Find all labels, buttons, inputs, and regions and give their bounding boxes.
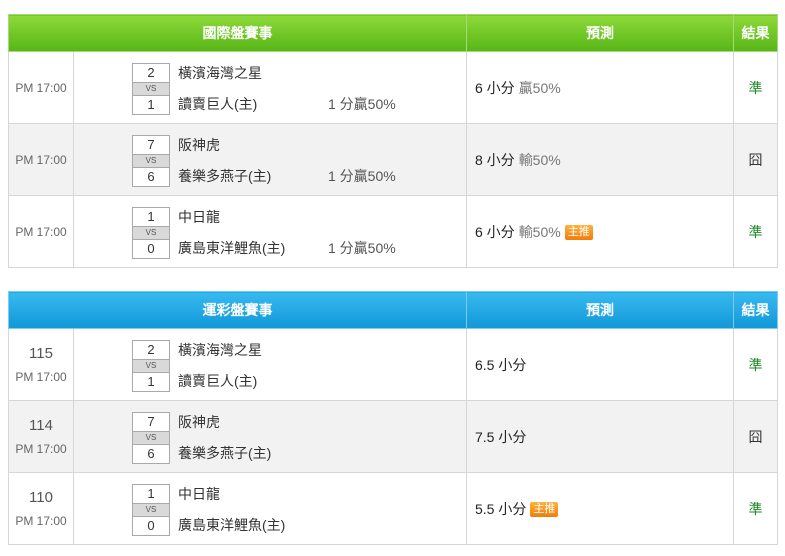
home-team-name: 讀賣巨人(主) bbox=[178, 96, 258, 112]
prediction-outcome: 輸50% bbox=[518, 223, 561, 240]
vs-label: VS bbox=[132, 504, 170, 516]
score-box: 1 VS 0 bbox=[132, 207, 170, 259]
game-time: PM 17:00 bbox=[15, 442, 67, 456]
table-row: PM 17:00 2 VS 1 橫濱海灣之星 讀賣巨人(主) 1 分贏50% 6… bbox=[8, 51, 778, 124]
game-number: 115 bbox=[29, 345, 53, 362]
match-cell: 2 VS 1 橫濱海灣之星 讀賣巨人(主) bbox=[73, 328, 467, 401]
away-team-name: 中日龍 bbox=[178, 209, 220, 225]
game-time: PM 17:00 bbox=[8, 51, 74, 124]
away-score: 1 bbox=[132, 207, 170, 227]
match-cell: 1 VS 0 中日龍 廣島東洋鯉魚(主) bbox=[73, 472, 467, 545]
game-number-time-cell: 115 PM 17:00 bbox=[8, 328, 74, 401]
vs-label: VS bbox=[132, 227, 170, 239]
home-score: 6 bbox=[132, 444, 170, 464]
table-row: 110 PM 17:00 1 VS 0 中日龍 廣島東洋鯉魚(主) 5.5 小分主… bbox=[8, 472, 778, 545]
prediction-cell: 7.5 小分 bbox=[466, 400, 734, 473]
game-number-time-cell: 114 PM 17:00 bbox=[8, 400, 74, 473]
prediction-column-header: 預測 bbox=[466, 14, 734, 52]
result-column-header: 結果 bbox=[733, 291, 778, 329]
score-box: 2 VS 1 bbox=[132, 63, 170, 115]
game-time: PM 17:00 bbox=[15, 514, 67, 528]
home-score: 1 bbox=[132, 95, 170, 115]
match-cell: 1 VS 0 中日龍 廣島東洋鯉魚(主) 1 分贏50% bbox=[73, 195, 467, 268]
game-time: PM 17:00 bbox=[8, 195, 74, 268]
vs-label: VS bbox=[132, 432, 170, 444]
prediction-column-header: 預測 bbox=[466, 291, 734, 329]
prediction-cell: 6.5 小分 bbox=[466, 328, 734, 401]
handicap-odds: 1 分贏50% bbox=[328, 168, 396, 184]
prediction-value: 6.5 小分 bbox=[475, 356, 527, 373]
featured-pick-badge: 主推 bbox=[564, 224, 593, 240]
table-row: 114 PM 17:00 7 VS 6 阪神虎 養樂多燕子(主) 7.5 小分 囧 bbox=[8, 400, 778, 473]
home-team-name: 養樂多燕子(主) bbox=[178, 445, 272, 461]
score-box: 1 VS 0 bbox=[132, 484, 170, 536]
away-score: 7 bbox=[132, 135, 170, 155]
away-score: 1 bbox=[132, 484, 170, 504]
prediction-outcome: 贏50% bbox=[518, 79, 561, 96]
vs-label: VS bbox=[132, 155, 170, 167]
home-score: 6 bbox=[132, 167, 170, 187]
result-cell: 準 bbox=[733, 195, 778, 268]
home-score: 0 bbox=[132, 239, 170, 259]
sports-lottery-odds-table: 運彩盤賽事 預測 結果 115 PM 17:00 2 VS 1 橫濱海灣之星 讀賣… bbox=[8, 291, 778, 545]
game-time: PM 17:00 bbox=[8, 123, 74, 196]
home-team-name: 廣島東洋鯉魚(主) bbox=[178, 240, 286, 256]
prediction-value: 8 小分 bbox=[475, 151, 515, 168]
game-number-time-cell: 110 PM 17:00 bbox=[8, 472, 74, 545]
prediction-value: 5.5 小分 bbox=[475, 500, 527, 517]
score-box: 7 VS 6 bbox=[132, 135, 170, 187]
away-team-name: 阪神虎 bbox=[178, 137, 220, 153]
event-column-header: 運彩盤賽事 bbox=[8, 291, 467, 329]
away-team-name: 橫濱海灣之星 bbox=[178, 65, 262, 81]
table-row: PM 17:00 1 VS 0 中日龍 廣島東洋鯉魚(主) 1 分贏50% 6 … bbox=[8, 195, 778, 268]
away-score: 2 bbox=[132, 340, 170, 360]
table-row: 115 PM 17:00 2 VS 1 橫濱海灣之星 讀賣巨人(主) 6.5 小分… bbox=[8, 328, 778, 401]
vs-label: VS bbox=[132, 360, 170, 372]
prediction-value: 6 小分 bbox=[475, 223, 515, 240]
prediction-cell: 5.5 小分 主推 bbox=[466, 472, 734, 545]
away-team-name: 中日龍 bbox=[178, 486, 220, 502]
handicap-odds: 1 分贏50% bbox=[328, 240, 396, 256]
result-cell: 囧 bbox=[733, 123, 778, 196]
game-time: PM 17:00 bbox=[15, 370, 67, 384]
home-team-name: 讀賣巨人(主) bbox=[178, 373, 258, 389]
home-team-name: 廣島東洋鯉魚(主) bbox=[178, 517, 286, 533]
game-number: 114 bbox=[29, 417, 53, 434]
prediction-value: 6 小分 bbox=[475, 79, 515, 96]
result-column-header: 結果 bbox=[733, 14, 778, 52]
away-team-name: 阪神虎 bbox=[178, 414, 220, 430]
international-odds-table: 國際盤賽事 預測 結果 PM 17:00 2 VS 1 橫濱海灣之星 讀賣巨人(… bbox=[8, 14, 778, 268]
handicap-odds: 1 分贏50% bbox=[328, 96, 396, 112]
match-cell: 7 VS 6 阪神虎 養樂多燕子(主) bbox=[73, 400, 467, 473]
result-cell: 準 bbox=[733, 51, 778, 124]
home-team-name: 養樂多燕子(主) bbox=[178, 168, 272, 184]
away-score: 7 bbox=[132, 412, 170, 432]
result-cell: 準 bbox=[733, 472, 778, 545]
home-score: 1 bbox=[132, 372, 170, 392]
prediction-cell: 6 小分 輸50% 主推 bbox=[466, 195, 734, 268]
table-header: 運彩盤賽事 預測 結果 bbox=[8, 291, 778, 329]
prediction-outcome: 輸50% bbox=[518, 151, 561, 168]
vs-label: VS bbox=[132, 83, 170, 95]
featured-pick-badge: 主推 bbox=[530, 501, 559, 517]
result-cell: 囧 bbox=[733, 400, 778, 473]
score-box: 7 VS 6 bbox=[132, 412, 170, 464]
prediction-cell: 8 小分 輸50% bbox=[466, 123, 734, 196]
away-score: 2 bbox=[132, 63, 170, 83]
result-cell: 準 bbox=[733, 328, 778, 401]
table-header: 國際盤賽事 預測 結果 bbox=[8, 14, 778, 52]
match-cell: 7 VS 6 阪神虎 養樂多燕子(主) 1 分贏50% bbox=[73, 123, 467, 196]
home-score: 0 bbox=[132, 516, 170, 536]
prediction-value: 7.5 小分 bbox=[475, 428, 527, 445]
table-row: PM 17:00 7 VS 6 阪神虎 養樂多燕子(主) 1 分贏50% 8 小… bbox=[8, 123, 778, 196]
match-cell: 2 VS 1 橫濱海灣之星 讀賣巨人(主) 1 分贏50% bbox=[73, 51, 467, 124]
game-number: 110 bbox=[29, 489, 53, 506]
score-box: 2 VS 1 bbox=[132, 340, 170, 392]
prediction-cell: 6 小分 贏50% bbox=[466, 51, 734, 124]
event-column-header: 國際盤賽事 bbox=[8, 14, 467, 52]
away-team-name: 橫濱海灣之星 bbox=[178, 342, 262, 358]
